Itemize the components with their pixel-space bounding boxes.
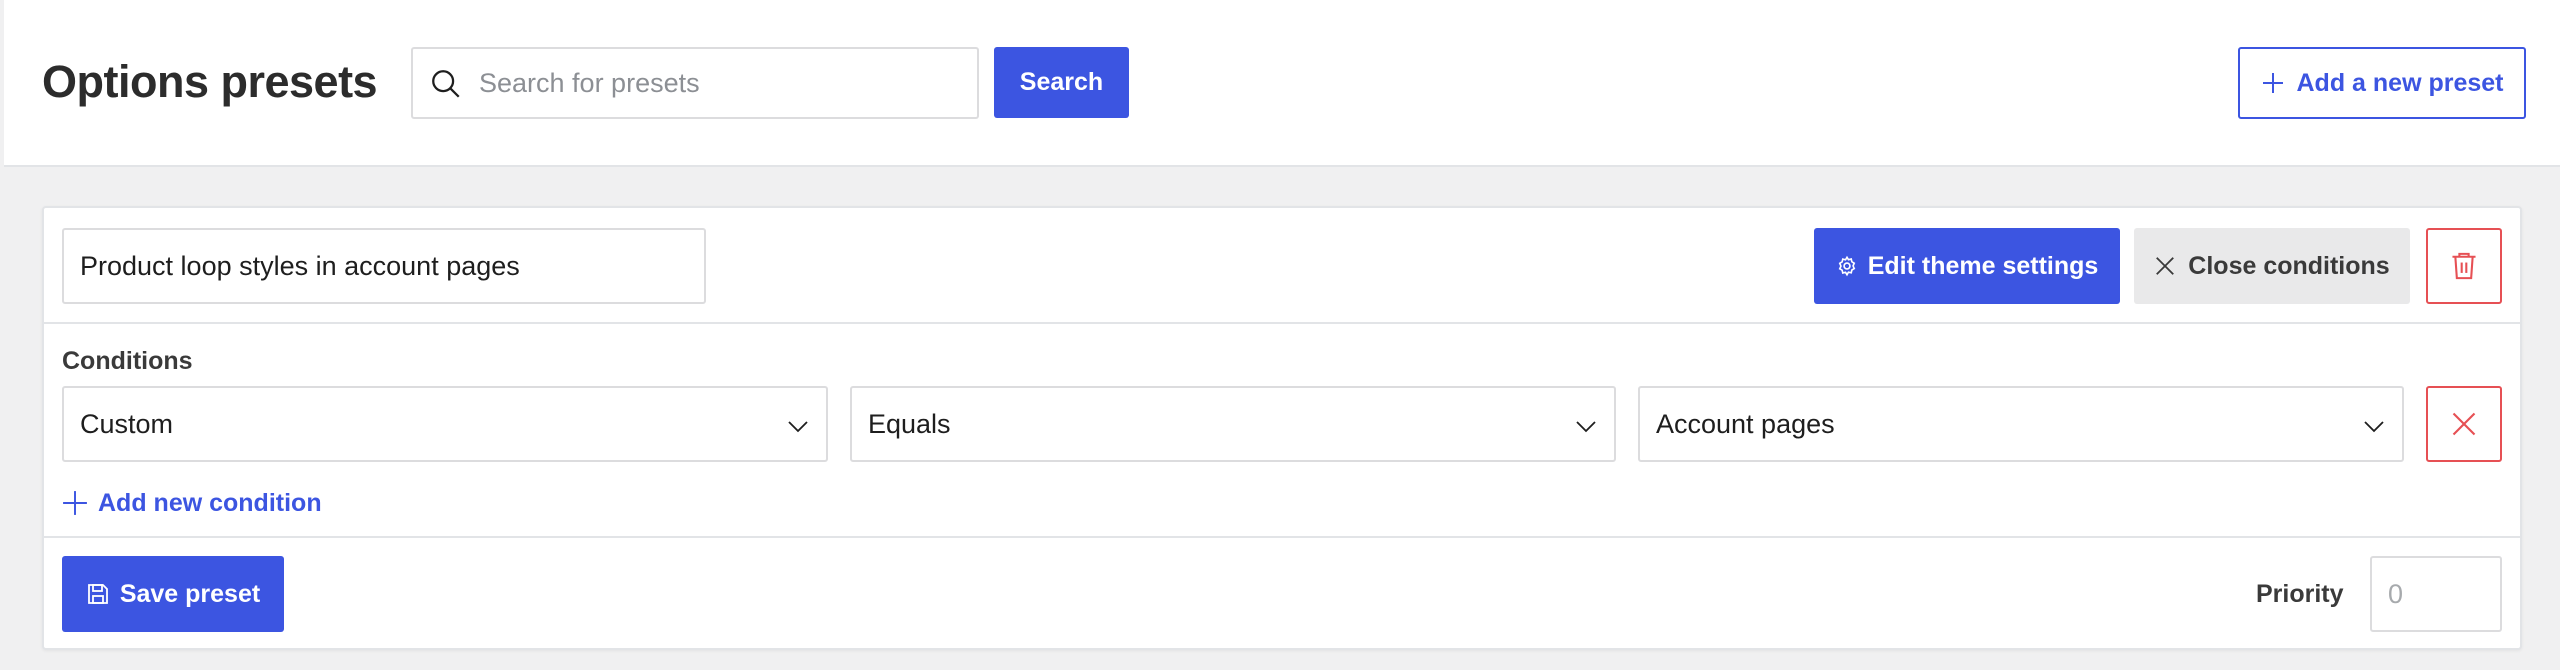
add-preset-button[interactable]: Add a new preset — [2238, 47, 2526, 119]
condition-value-value: Account pages — [1656, 408, 1835, 439]
remove-condition-button[interactable] — [2426, 386, 2502, 462]
page-title: Options presets — [42, 56, 378, 107]
edit-theme-label: Edit theme settings — [1867, 251, 2099, 280]
preset-card-header: Edit theme settings Close conditions — [44, 208, 2520, 324]
preset-card: Edit theme settings Close conditions Con… — [42, 206, 2522, 650]
search-button-label: Search — [1019, 68, 1104, 96]
divider — [44, 536, 2520, 538]
delete-preset-button[interactable] — [2426, 228, 2502, 304]
condition-type-select[interactable]: Custom — [62, 386, 828, 462]
chevron-down-icon — [1576, 421, 1596, 433]
close-conditions-label: Close conditions — [2188, 251, 2390, 280]
priority-input[interactable] — [2370, 556, 2502, 632]
trash-icon — [2452, 252, 2476, 280]
close-icon — [2156, 257, 2175, 275]
condition-operator-select[interactable]: Equals — [850, 386, 1616, 462]
priority-label: Priority — [2256, 580, 2344, 608]
conditions-label: Conditions — [62, 347, 193, 375]
add-condition-label: Add new condition — [98, 488, 322, 517]
page-header: Options presets Search Add a new preset — [4, 0, 2560, 167]
chevron-down-icon — [788, 421, 808, 433]
add-preset-label: Add a new preset — [2296, 68, 2504, 97]
save-preset-label: Save preset — [119, 579, 261, 608]
add-condition-link[interactable]: Add new condition — [62, 483, 322, 523]
save-preset-button[interactable]: Save preset — [62, 556, 284, 632]
close-conditions-button[interactable]: Close conditions — [2134, 228, 2410, 304]
condition-value-select[interactable]: Account pages — [1638, 386, 2404, 462]
plus-icon — [63, 491, 87, 515]
condition-operator-value: Equals — [868, 408, 951, 439]
search-input[interactable] — [479, 49, 969, 117]
preset-name-input[interactable] — [62, 228, 706, 304]
search-button[interactable]: Search — [994, 47, 1129, 118]
search-box[interactable] — [411, 47, 979, 119]
plus-icon — [2262, 73, 2283, 93]
edit-theme-settings-button[interactable]: Edit theme settings — [1814, 228, 2120, 304]
search-icon — [432, 70, 460, 98]
save-icon — [87, 584, 108, 604]
gear-icon — [1838, 255, 1855, 277]
condition-type-value: Custom — [80, 408, 174, 439]
chevron-down-icon — [2364, 421, 2384, 433]
close-icon — [2452, 412, 2476, 436]
